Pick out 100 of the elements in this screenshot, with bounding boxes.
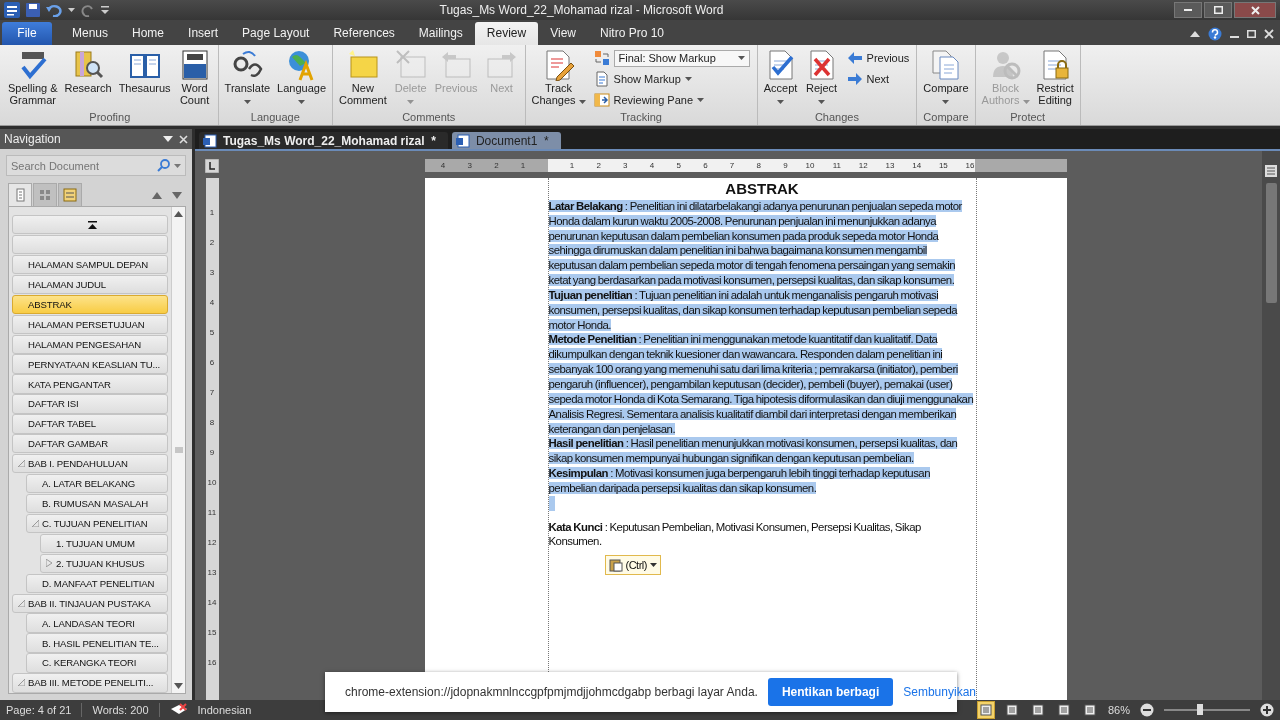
ribbon-tab[interactable]: Nitro Pro 10 xyxy=(588,22,677,45)
hide-link[interactable]: Sembunyikan xyxy=(903,685,976,699)
slider-thumb[interactable] xyxy=(1197,704,1204,715)
group-label: Changes xyxy=(813,110,860,125)
heading-item[interactable]: C. TUJUAN PENELITIAN xyxy=(26,513,168,534)
ruler-number: 1 xyxy=(208,208,216,219)
close-button[interactable] xyxy=(1234,2,1276,18)
ruler-number: 14 xyxy=(206,598,218,609)
heading-item[interactable]: 2. TUJUAN KHUSUS xyxy=(40,553,168,573)
ribbon-tab[interactable]: Mailings xyxy=(406,22,475,45)
view-button[interactable] xyxy=(1055,702,1072,718)
minimize-button[interactable] xyxy=(1174,2,1202,18)
heading-item[interactable]: C. KERANGKA TEORI xyxy=(26,653,168,673)
paste-options-button[interactable]: (Ctrl) xyxy=(604,555,661,576)
heading-item[interactable]: KATA PENGANTAR xyxy=(12,374,168,394)
heading-item[interactable]: DAFTAR TABEL xyxy=(12,414,168,434)
ribbon-tab[interactable]: Page Layout xyxy=(230,22,322,45)
heading-item[interactable]: HALAMAN PENGESAHAN xyxy=(12,334,168,354)
heading-item[interactable]: BAB I. PENDAHULUAN xyxy=(12,454,168,474)
ruler-number: 6 xyxy=(208,358,216,369)
ribbon-tab[interactable]: View xyxy=(538,22,588,45)
ribbon-button[interactable]: New Comment xyxy=(336,48,390,106)
heading-item[interactable]: D. MANFAAT PENELITIAN xyxy=(26,573,168,593)
ribbon-button[interactable]: Reviewing Pane xyxy=(591,90,752,110)
ribbon-button[interactable]: Word Count xyxy=(174,48,215,106)
previous-heading-icon xyxy=(152,191,162,199)
word-logo-icon xyxy=(4,2,20,18)
ribbon-tab[interactable]: Insert xyxy=(176,22,231,45)
search-input[interactable]: Search Document xyxy=(11,159,153,172)
heading-item[interactable]: HALAMAN PERSETUJUAN xyxy=(12,314,168,334)
ribbon-button[interactable]: Track Changes xyxy=(528,48,589,106)
ribbon-button[interactable]: Accept xyxy=(760,48,801,106)
ribbon-button[interactable]: Language xyxy=(274,48,329,106)
view-button[interactable] xyxy=(1081,702,1098,718)
close-icon xyxy=(1264,28,1274,39)
document-tab[interactable]: Document1 * xyxy=(451,132,561,149)
ruler-number: 8 xyxy=(755,160,761,172)
results-view-icon xyxy=(63,188,77,202)
group-label: Protect xyxy=(1009,110,1047,125)
ribbon-button[interactable]: Next xyxy=(844,69,912,89)
ribbon-tab[interactable]: Menus xyxy=(60,22,121,45)
ribbon-button[interactable]: Restrict Editing xyxy=(1033,48,1077,106)
customize-toolbar-icon xyxy=(101,5,109,15)
left-arrow-icon xyxy=(846,50,863,66)
word-count: Words: 200 xyxy=(92,704,149,716)
ruler-number: 9 xyxy=(208,448,216,459)
restore-button[interactable] xyxy=(1204,2,1232,18)
right-arrow-icon xyxy=(846,71,863,87)
ruler-number: 4 xyxy=(208,298,216,309)
view-ruler-icon xyxy=(1265,165,1277,177)
ribbon-button[interactable]: Spelling & Grammar xyxy=(5,48,61,106)
undo-icon xyxy=(46,3,62,17)
heading-item[interactable]: ABSTRAK xyxy=(12,294,168,314)
web-layout-icon xyxy=(1031,704,1044,716)
heading-item[interactable]: A. LANDASAN TEORI xyxy=(26,613,168,633)
group-label: Tracking xyxy=(619,110,663,125)
close-icon xyxy=(179,134,188,144)
view-button[interactable] xyxy=(1003,702,1020,718)
heading-item[interactable]: 1. TUJUAN UMUM xyxy=(40,533,168,554)
scrollbar[interactable] xyxy=(171,207,185,693)
ruler-number: 13 xyxy=(884,160,895,172)
heading-item[interactable]: B. RUMUSAN MASALAH xyxy=(26,493,168,514)
markup-dropdown[interactable]: Final: Show Markup xyxy=(613,49,750,67)
heading-item[interactable]: HALAMAN SAMPUL DEPAN xyxy=(12,254,168,275)
scrollbar-thumb[interactable] xyxy=(1265,183,1277,303)
zoom-percentage[interactable]: 86% xyxy=(1107,704,1130,716)
ribbon-button[interactable]: Reject xyxy=(801,48,842,106)
stop-sharing-button[interactable]: Hentikan berbagi xyxy=(767,678,894,706)
view-button[interactable] xyxy=(1029,702,1046,718)
heading-item[interactable]: DAFTAR ISI xyxy=(12,394,168,414)
save-icon xyxy=(26,3,40,17)
ribbon-tab[interactable]: References xyxy=(321,22,407,45)
file-tab[interactable]: File xyxy=(2,22,52,45)
ruler-number: 13 xyxy=(206,568,218,579)
heading-item[interactable]: PERNYATAAN KEASLIAN TU... xyxy=(12,354,168,374)
heading-item[interactable]: DAFTAR GAMBAR xyxy=(12,434,168,454)
heading-item[interactable]: A. LATAR BELAKANG xyxy=(26,474,168,494)
language-indicator[interactable]: Indonesian xyxy=(197,704,252,716)
ruler-number: 15 xyxy=(937,160,948,172)
ruler-number: 2 xyxy=(208,238,216,249)
heading-item[interactable]: HALAMAN JUDUL xyxy=(12,274,168,295)
ribbon-button[interactable]: Thesaurus xyxy=(115,48,174,94)
abstract-paragraph: Latar Belakang : Penelitian ini dilatarbelakangi adanya penurunan penjualan sepeda motor Honda dalam kurun waktu 2005-2008. Penurunan penjualan ini menunjukkan adanya penurunan keputusan dalam pembelian konsumen pada produk sepeda motor Honda sehingga dirumuskan dalam penelitian ini bahwa bagaimana konsumen mengambil keputusan dalam pembelian sepeda motor di tengah fenomena persaingan yang semakin ketat yang berdasarkan pada motivasi konsumen, persepsi kualitas, dan sikap konsumen. xyxy=(548,198,963,288)
ribbon-tab[interactable]: Home xyxy=(120,22,177,45)
ribbon-button[interactable]: Compare xyxy=(920,48,972,106)
ribbon-tab[interactable]: Review xyxy=(474,22,539,45)
document-heading: ABSTRAK xyxy=(724,182,800,197)
search-field[interactable]: Search Document xyxy=(6,155,186,176)
heading-item[interactable]: BAB III. METODE PENELITI... xyxy=(12,673,168,693)
ruler-number: 3 xyxy=(467,160,473,172)
group-label: Comments xyxy=(401,110,457,125)
heading-item[interactable]: B. HASIL PENELITIAN TE... xyxy=(26,633,168,653)
ruler-number: 4 xyxy=(440,160,447,172)
document-tab[interactable]: Tugas_Ms Word_22_Mohamad rizal * xyxy=(199,132,448,149)
ribbon-button[interactable]: Previous xyxy=(844,48,912,68)
ribbon-button[interactable]: Research xyxy=(61,48,115,94)
ribbon-button[interactable]: Show Markup xyxy=(591,69,752,89)
heading-item[interactable]: BAB II. TINJAUAN PUSTAKA xyxy=(12,593,168,613)
ribbon-button[interactable]: Translate xyxy=(221,48,274,106)
caret-icon xyxy=(68,8,75,12)
